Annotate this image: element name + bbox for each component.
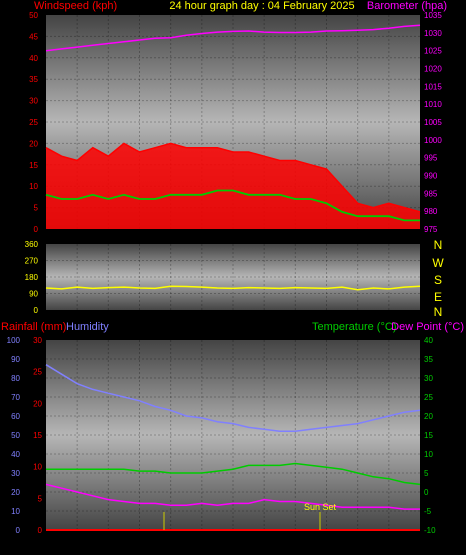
x-tick-label: 14 [259,230,269,240]
barometer-tick-label: 1035 [424,11,442,20]
humidity-tick-label: 0 [16,526,21,535]
windspeed-tick-label: 40 [29,54,38,63]
rainfall-tick-label: 10 [33,463,42,472]
x-tick-label: 06 [134,230,144,240]
dewpoint-axis-label: Dew Point (°C) [391,321,464,333]
x-tick-label: 14 [259,537,269,547]
humidity-tick-label: 90 [11,355,20,364]
direction-tick-label: 360 [25,240,39,249]
x-tick-label: 10 [197,230,207,240]
x-tick-label: 12 [228,230,238,240]
humidity-tick-label: 40 [11,450,20,459]
temperature-tick-label: 5 [424,469,429,478]
rainfall-tick-label: 15 [33,431,42,440]
direction-tick-label: 270 [25,257,39,266]
windspeed-tick-label: 45 [29,32,38,41]
humidity-tick-label: 10 [11,507,20,516]
rainfall-tick-label: 0 [38,526,43,535]
x-tick-label: 22 [384,537,394,547]
windspeed-tick-label: 25 [29,118,38,127]
x-tick-label: 16 [290,230,300,240]
barometer-tick-label: 1020 [424,65,442,74]
temperature-tick-label: 0 [424,488,429,497]
windspeed-tick-label: 5 [34,204,39,213]
windspeed-tick-label: 0 [34,225,39,234]
temperature-tick-label: 10 [424,450,433,459]
compass-n-bottom: N [434,305,443,319]
windspeed-axis-label: Windspeed (kph) [34,0,117,12]
barometer-tick-label: 990 [424,172,438,181]
temperature-tick-label: 30 [424,374,433,383]
x-tick-label: 04 [103,230,113,240]
barometer-tick-label: 1010 [424,100,442,109]
chart-title: 24 hour graph day : 04 February 2025 [169,0,354,12]
humidity-tick-label: 50 [11,431,20,440]
temperature-tick-label: 15 [424,431,433,440]
barometer-tick-label: 1015 [424,82,442,91]
humidity-tick-label: 30 [11,469,20,478]
humidity-tick-label: 60 [11,412,20,421]
x-tick-label: 08 [166,537,176,547]
windspeed-tick-label: 20 [29,139,38,148]
rainfall-axis-label: Rainfall (mm) [1,321,66,333]
x-tick-label: 00 [415,537,425,547]
x-tick-label: 18 [321,230,331,240]
x-tick-label: 20 [353,230,363,240]
barometer-tick-label: 1005 [424,118,442,127]
x-tick-label: 08 [166,230,176,240]
humidity-tick-label: 70 [11,393,20,402]
temperature-tick-label: 20 [424,412,433,421]
humidity-tick-label: 100 [7,336,21,345]
barometer-tick-label: 975 [424,225,438,234]
barometer-tick-label: 1025 [424,47,442,56]
direction-tick-label: 0 [34,306,39,315]
temperature-tick-label: 40 [424,336,433,345]
temperature-tick-label: -5 [424,507,432,516]
temperature-axis-label: Temperature (°C) [312,321,396,333]
rainfall-tick-label: 5 [38,494,43,503]
rainfall-tick-label: 20 [33,399,42,408]
humidity-tick-label: 80 [11,374,20,383]
windspeed-tick-label: 15 [29,161,38,170]
rainfall-tick-label: 25 [33,368,42,377]
weather-graphs: Windspeed (kph) 24 hour graph day : 04 F… [1,0,464,547]
temperature-tick-label: 35 [424,355,433,364]
barometer-tick-label: 1030 [424,29,442,38]
barometer-tick-label: 980 [424,207,438,216]
windspeed-tick-label: 30 [29,97,38,106]
compass-w: W [432,256,444,270]
direction-tick-label: 90 [29,290,38,299]
x-tick-label: 20 [353,537,363,547]
barometer-tick-label: 1000 [424,136,442,145]
sunset-label: Sun Set [304,502,337,512]
temperature-tick-label: -10 [424,526,436,535]
x-tick-label: 16 [290,537,300,547]
x-tick-label: 12 [228,537,238,547]
x-tick-label: 06 [134,537,144,547]
x-tick-label: 02 [72,537,82,547]
humidity-tick-label: 20 [11,488,20,497]
compass-s: S [434,273,442,287]
rainfall-tick-label: 30 [33,336,42,345]
windspeed-tick-label: 10 [29,182,38,191]
windspeed-tick-label: 50 [29,11,38,20]
compass-n-top: N [434,238,443,252]
windspeed-tick-label: 35 [29,75,38,84]
compass-e: E [434,290,442,304]
x-tick-label: 10 [197,537,207,547]
x-tick-label: 04 [103,537,113,547]
temperature-tick-label: 25 [424,393,433,402]
barometer-tick-label: 985 [424,189,438,198]
barometer-tick-label: 995 [424,154,438,163]
humidity-axis-label: Humidity [66,321,109,333]
direction-tick-label: 180 [25,273,39,282]
x-tick-label: 02 [72,230,82,240]
x-tick-label: 18 [321,537,331,547]
x-tick-label: 22 [384,230,394,240]
